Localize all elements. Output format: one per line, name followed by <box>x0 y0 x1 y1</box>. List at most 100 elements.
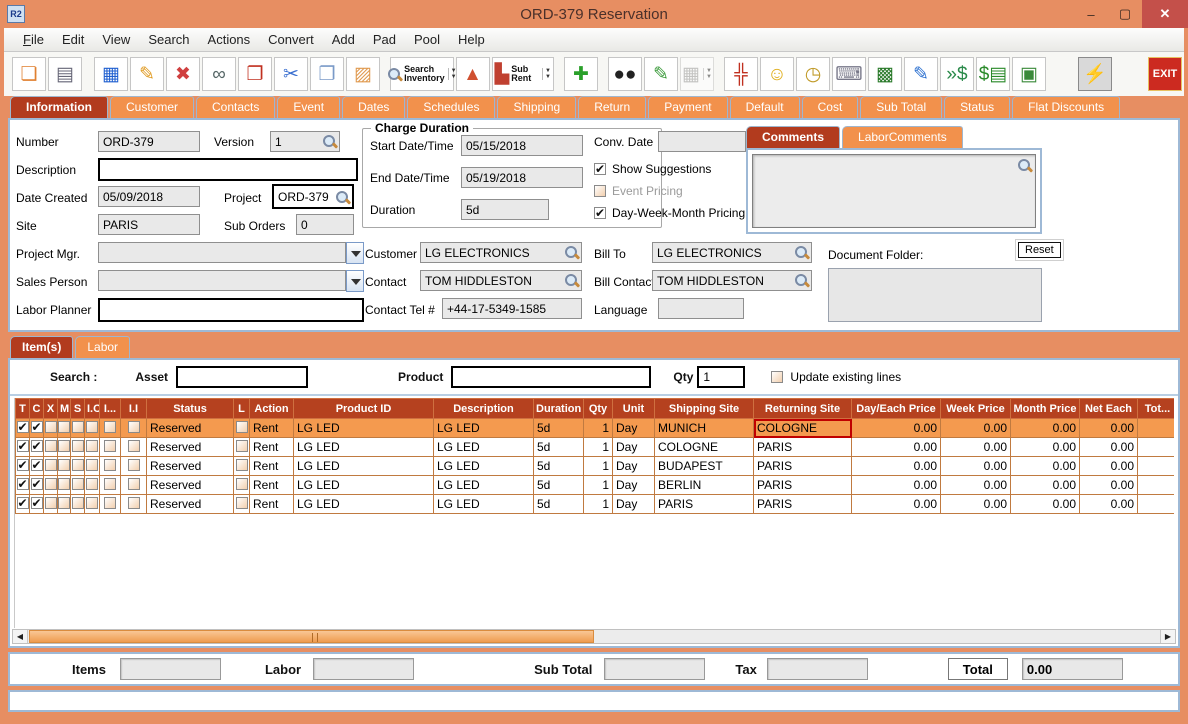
column-header-s[interactable]: S <box>71 399 85 419</box>
calendar-button[interactable]: ▦▼▼ <box>680 57 714 91</box>
asset-search-input[interactable] <box>176 366 308 388</box>
cell-ic[interactable] <box>85 495 100 514</box>
row-checkbox[interactable] <box>72 421 84 433</box>
cell-duration[interactable]: 5d <box>534 476 584 495</box>
row-checkbox[interactable] <box>86 478 98 490</box>
comments-textarea[interactable] <box>752 154 1036 228</box>
row-checkbox[interactable] <box>58 440 70 452</box>
cell-unit[interactable]: Day <box>613 476 655 495</box>
search-icon[interactable] <box>794 245 809 260</box>
row-checkbox[interactable] <box>45 421 57 433</box>
cell-x[interactable] <box>44 419 58 438</box>
cell-ic[interactable] <box>85 419 100 438</box>
cell-m[interactable] <box>58 419 71 438</box>
cell-returning_site[interactable]: PARIS <box>754 438 852 457</box>
cell-month_price[interactable]: 0.00 <box>1011 495 1080 514</box>
cell-net_each[interactable]: 0.00 <box>1080 457 1138 476</box>
delete-button[interactable]: ✖ <box>166 57 200 91</box>
table-row[interactable]: ReservedRentLG LEDLG LED5d1DayPARISPARIS… <box>16 495 1175 514</box>
cell-c[interactable] <box>30 495 44 514</box>
cell-idot[interactable] <box>100 438 121 457</box>
cell-idot[interactable] <box>100 495 121 514</box>
sub-rent-dropdown-icon[interactable]: ▼▼ <box>542 68 551 80</box>
qty-input[interactable]: 1 <box>697 366 745 388</box>
cell-month_price[interactable]: 0.00 <box>1011 419 1080 438</box>
table-row[interactable]: ReservedRentLG LEDLG LED5d1DayCOLOGNEPAR… <box>16 438 1175 457</box>
calendar-dropdown-icon[interactable]: ▼▼ <box>703 68 712 80</box>
column-header-net_each[interactable]: Net Each <box>1080 399 1138 419</box>
search-icon[interactable] <box>794 273 809 288</box>
cell-m[interactable] <box>58 457 71 476</box>
pool-balls-button[interactable]: ●● <box>608 57 642 91</box>
keyboard-key-button[interactable]: ⌨ <box>832 57 866 91</box>
cell-ic[interactable] <box>85 457 100 476</box>
row-checkbox[interactable] <box>236 421 248 433</box>
row-checkbox[interactable] <box>104 440 116 452</box>
exit-button[interactable]: EXIT <box>1148 57 1182 91</box>
cell-month_price[interactable]: 0.00 <box>1011 476 1080 495</box>
tab-comments[interactable]: Comments <box>746 126 840 148</box>
new-document-button[interactable]: ❏ <box>12 57 46 91</box>
total-button[interactable]: Total <box>948 658 1008 680</box>
row-checkbox[interactable] <box>58 478 70 490</box>
cell-week_price[interactable]: 0.00 <box>941 476 1011 495</box>
row-checkbox[interactable] <box>17 459 29 471</box>
cell-ii[interactable] <box>121 419 147 438</box>
row-checkbox[interactable] <box>31 421 43 433</box>
cell-net_each[interactable]: 0.00 <box>1080 438 1138 457</box>
tab-dates[interactable]: Dates <box>342 96 405 118</box>
cell-x[interactable] <box>44 476 58 495</box>
update-existing-lines-checkbox[interactable] <box>771 371 783 383</box>
row-checkbox[interactable] <box>104 478 116 490</box>
cell-net_each[interactable]: 0.00 <box>1080 419 1138 438</box>
row-checkbox[interactable] <box>236 459 248 471</box>
cell-unit[interactable]: Day <box>613 438 655 457</box>
cubes-button[interactable]: ▩ <box>868 57 902 91</box>
column-header-shipping_site[interactable]: Shipping Site <box>655 399 754 419</box>
cell-description[interactable]: LG LED <box>434 495 534 514</box>
cell-action[interactable]: Rent <box>250 495 294 514</box>
cell-description[interactable]: LG LED <box>434 457 534 476</box>
cell-tot[interactable] <box>1138 457 1175 476</box>
logistics-shapes-button[interactable]: ▲ <box>456 57 490 91</box>
row-checkbox[interactable] <box>128 497 140 509</box>
row-checkbox[interactable] <box>72 440 84 452</box>
column-header-month_price[interactable]: Month Price <box>1011 399 1080 419</box>
cell-x[interactable] <box>44 438 58 457</box>
cell-qty[interactable]: 1 <box>584 457 613 476</box>
cell-x[interactable] <box>44 457 58 476</box>
cell-week_price[interactable]: 0.00 <box>941 457 1011 476</box>
row-checkbox[interactable] <box>58 459 70 471</box>
tab-status[interactable]: Status <box>944 96 1010 118</box>
cell-tot[interactable] <box>1138 438 1175 457</box>
cell-week_price[interactable]: 0.00 <box>941 495 1011 514</box>
cell-shipping_site[interactable]: PARIS <box>655 495 754 514</box>
cell-tot[interactable] <box>1138 495 1175 514</box>
cell-week_price[interactable]: 0.00 <box>941 419 1011 438</box>
column-header-status[interactable]: Status <box>147 399 234 419</box>
cell-day_each_price[interactable]: 0.00 <box>852 419 941 438</box>
print-button[interactable]: ▤ <box>48 57 82 91</box>
row-checkbox[interactable] <box>104 421 116 433</box>
row-checkbox[interactable] <box>236 478 248 490</box>
row-checkbox[interactable] <box>128 478 140 490</box>
row-checkbox[interactable] <box>128 459 140 471</box>
project-mgr-field[interactable] <box>98 242 346 263</box>
cell-unit[interactable]: Day <box>613 457 655 476</box>
cell-m[interactable] <box>58 476 71 495</box>
cell-s[interactable] <box>71 476 85 495</box>
row-checkbox[interactable] <box>128 421 140 433</box>
close-button[interactable]: ✕ <box>1142 0 1188 28</box>
product-search-input[interactable] <box>451 366 651 388</box>
project-mgr-dropdown[interactable] <box>346 242 364 264</box>
row-checkbox[interactable] <box>86 421 98 433</box>
tab-cost[interactable]: Cost <box>802 96 859 118</box>
row-checkbox[interactable] <box>17 497 29 509</box>
cell-shipping_site[interactable]: BUDAPEST <box>655 457 754 476</box>
folder-clock-button[interactable]: ◷ <box>796 57 830 91</box>
quick-action-lightning-button[interactable]: ⚡ <box>1078 57 1112 91</box>
tab-flat-discounts[interactable]: Flat Discounts <box>1012 96 1120 118</box>
edit-document-button[interactable]: ✎ <box>904 57 938 91</box>
cell-week_price[interactable]: 0.00 <box>941 438 1011 457</box>
cell-returning_site[interactable]: PARIS <box>754 457 852 476</box>
